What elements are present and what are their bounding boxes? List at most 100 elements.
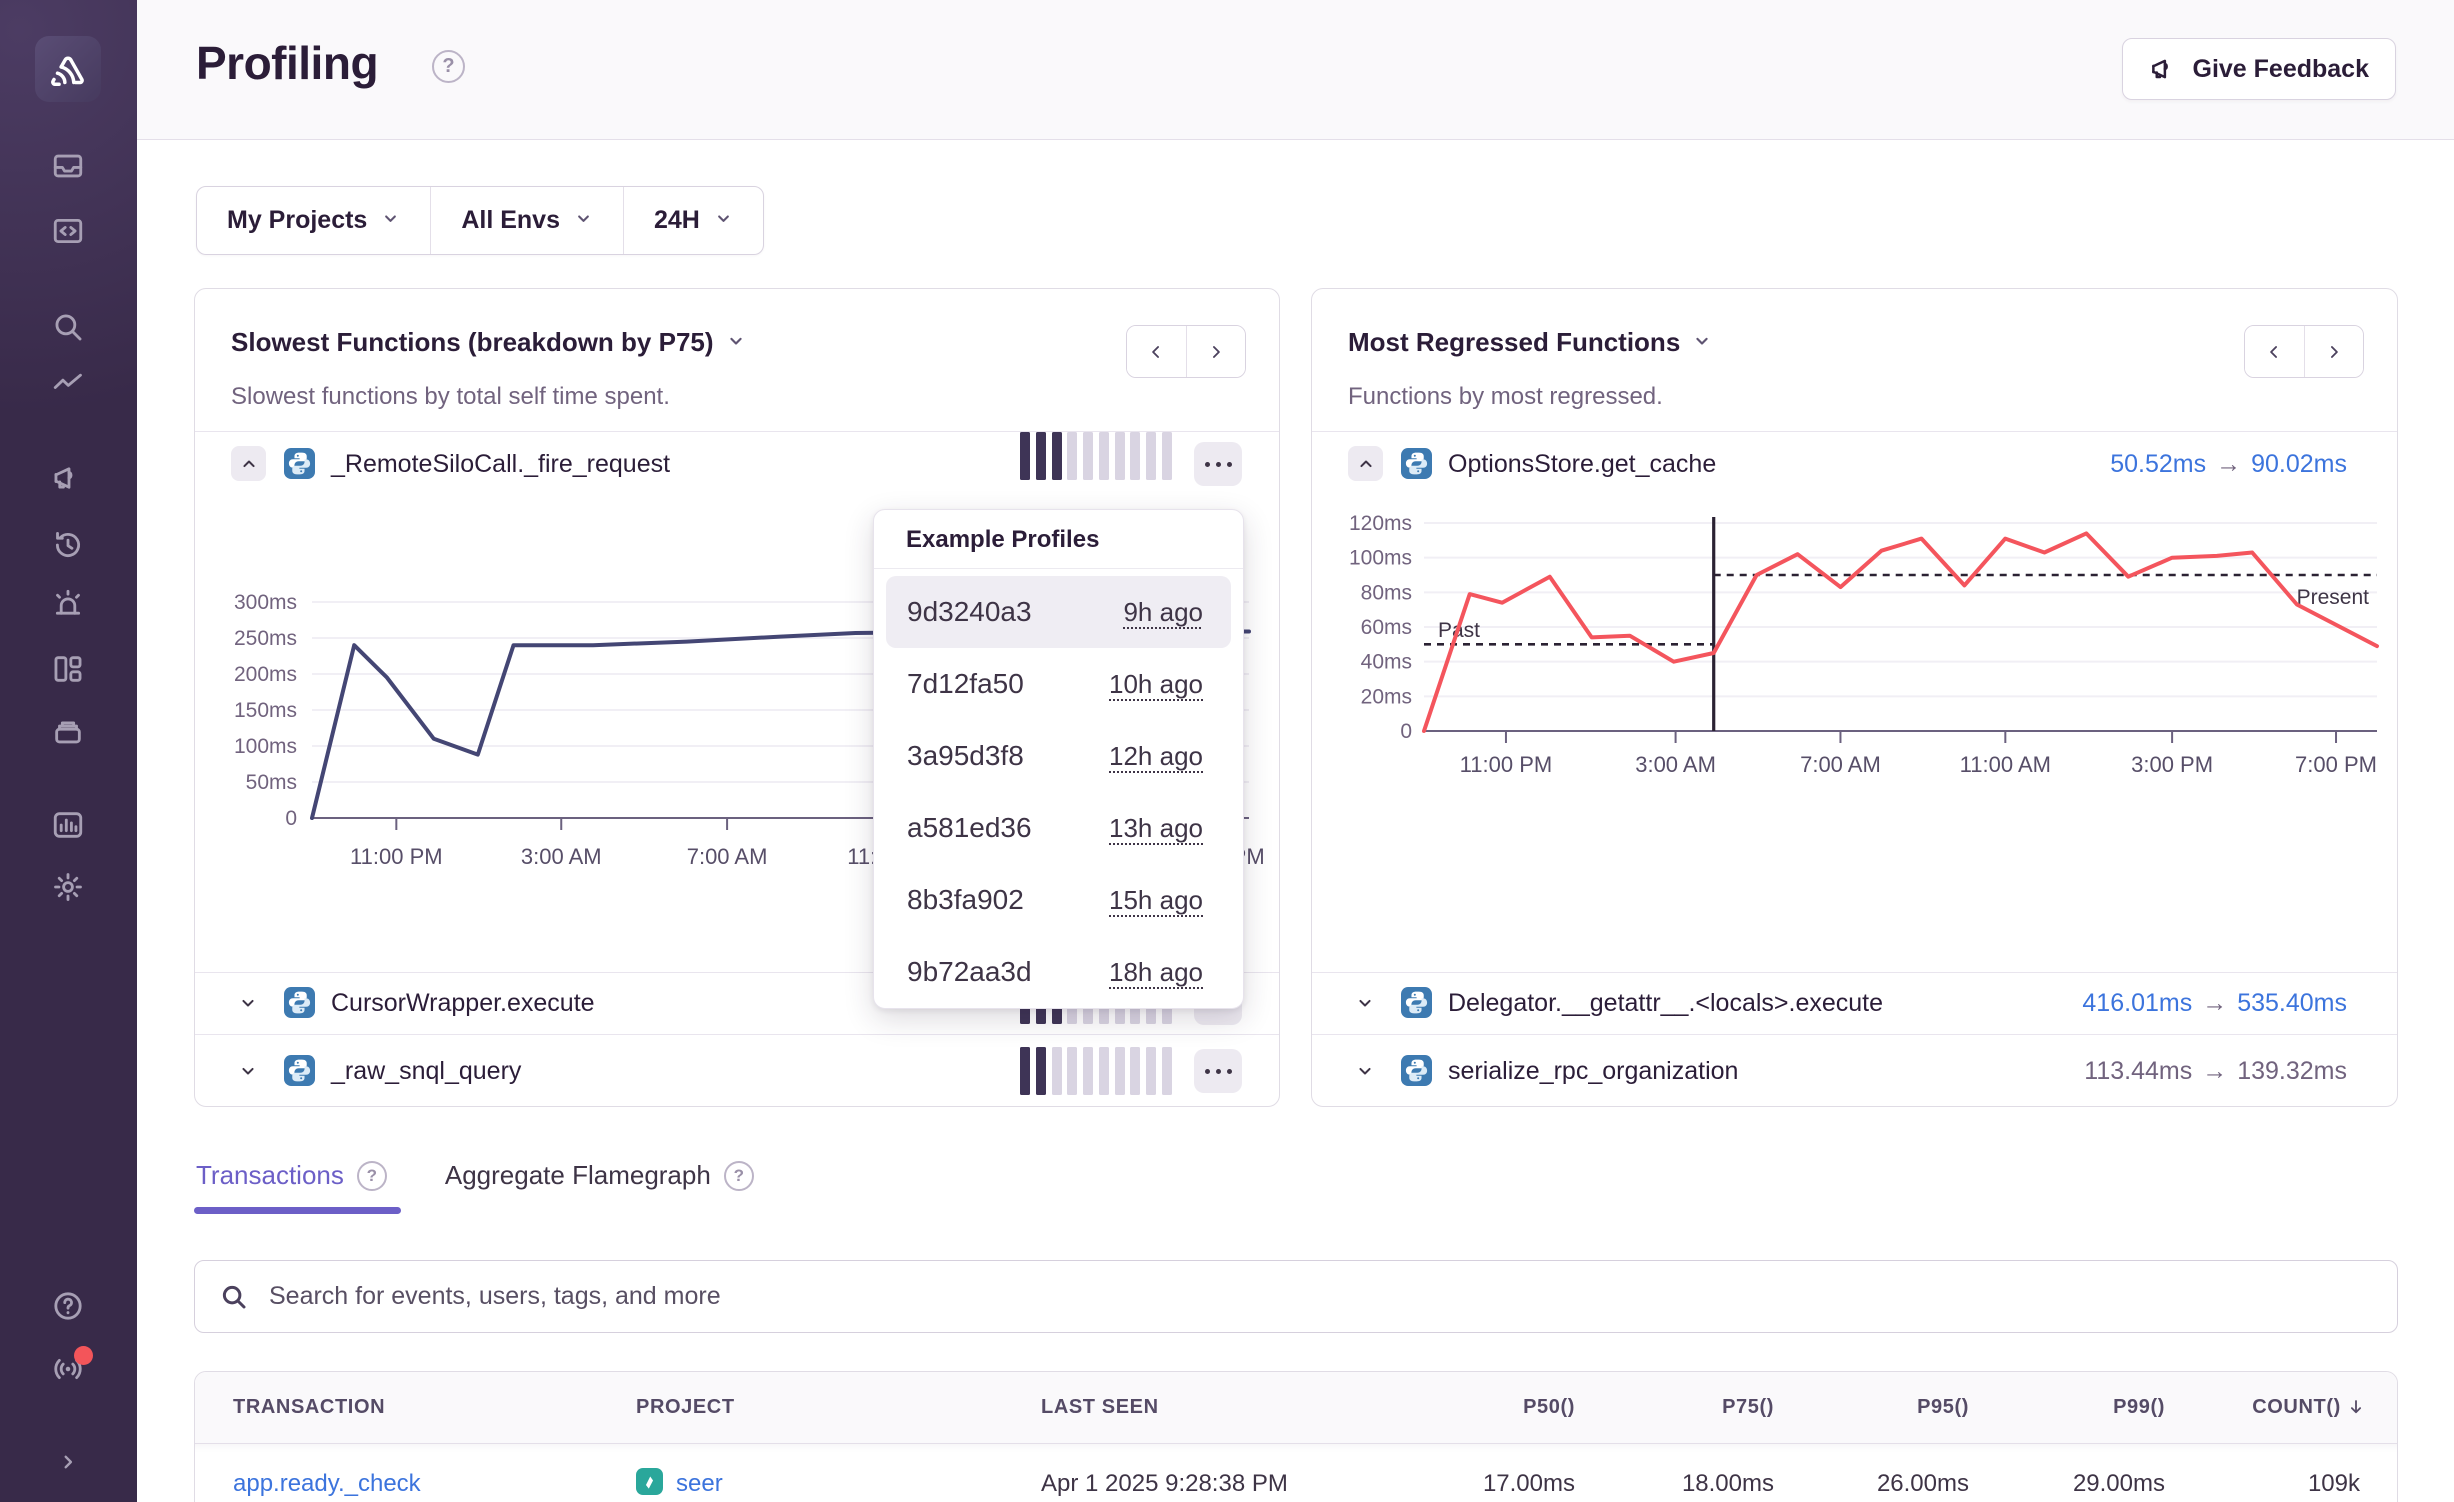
python-project-icon bbox=[1401, 1055, 1432, 1086]
p75-value: 18.00ms bbox=[1682, 1470, 1774, 1498]
most-regressed-title[interactable]: Most Regressed Functions bbox=[1348, 327, 1712, 358]
p99-value: 29.00ms bbox=[2073, 1470, 2165, 1498]
prev-page-button[interactable] bbox=[1127, 326, 1186, 377]
metrics-icon[interactable] bbox=[50, 366, 86, 402]
stats-icon[interactable] bbox=[50, 807, 86, 843]
profile-id[interactable]: 9d3240a3 bbox=[907, 596, 1032, 628]
profile-id[interactable]: 8b3fa902 bbox=[907, 884, 1024, 916]
notification-badge bbox=[74, 1346, 93, 1365]
sentry-logo[interactable] bbox=[35, 36, 101, 102]
profile-row[interactable]: a581ed36 13h ago bbox=[886, 792, 1231, 864]
svg-text:150ms: 150ms bbox=[234, 699, 297, 722]
profile-row[interactable]: 7d12fa50 10h ago bbox=[886, 648, 1231, 720]
function-name[interactable]: serialize_rpc_organization bbox=[1448, 1057, 1738, 1086]
function-name[interactable]: _RemoteSiloCall._fire_request bbox=[331, 450, 670, 479]
profile-row[interactable]: 9b72aa3d 18h ago bbox=[886, 936, 1231, 1008]
page-help-icon[interactable]: ? bbox=[432, 50, 465, 83]
expand-row-button[interactable] bbox=[235, 1058, 261, 1084]
function-name[interactable]: _raw_snql_query bbox=[331, 1057, 521, 1086]
after-duration[interactable]: 535.40ms bbox=[2237, 989, 2347, 1017]
python-project-icon bbox=[284, 448, 315, 479]
table-row[interactable]: app.ready._checkseerApr 1 2025 9:28:38 P… bbox=[195, 1444, 2397, 1502]
profile-age-link[interactable]: 10h ago bbox=[1109, 669, 1203, 700]
prev-page-button[interactable] bbox=[2245, 326, 2304, 377]
expand-row-button[interactable] bbox=[1352, 990, 1378, 1016]
search-icon[interactable] bbox=[50, 309, 86, 345]
issues-icon[interactable] bbox=[50, 148, 86, 184]
collapse-row-button[interactable] bbox=[231, 446, 266, 481]
before-duration[interactable]: 416.01ms bbox=[2082, 989, 2192, 1017]
environment-filter[interactable]: All Envs bbox=[430, 187, 623, 254]
svg-text:3:00 PM: 3:00 PM bbox=[2131, 752, 2213, 777]
transaction-link[interactable]: app.ready._check bbox=[233, 1470, 421, 1498]
column-header[interactable]: P95() bbox=[1917, 1396, 1969, 1419]
profile-age-link[interactable]: 15h ago bbox=[1109, 885, 1203, 916]
card-title-label: Most Regressed Functions bbox=[1348, 327, 1680, 358]
help-icon[interactable]: ? bbox=[724, 1161, 754, 1191]
profile-age-link[interactable]: 18h ago bbox=[1109, 957, 1203, 988]
profile-candidates-sparkline[interactable] bbox=[1020, 432, 1172, 480]
settings-icon[interactable] bbox=[50, 869, 86, 905]
replays-icon[interactable] bbox=[50, 527, 86, 563]
help-icon[interactable]: ? bbox=[357, 1161, 387, 1191]
column-header[interactable]: COUNT() bbox=[2252, 1396, 2365, 1419]
profile-age-link[interactable]: 9h ago bbox=[1123, 597, 1203, 628]
help-icon[interactable] bbox=[50, 1288, 86, 1324]
before-duration[interactable]: 50.52ms bbox=[2110, 450, 2206, 478]
python-project-icon bbox=[1401, 448, 1432, 479]
next-page-button[interactable] bbox=[2304, 326, 2364, 377]
svg-text:0: 0 bbox=[285, 807, 297, 830]
column-header[interactable]: TRANSACTION bbox=[233, 1396, 385, 1419]
tab-aggregate-flamegraph[interactable]: Aggregate Flamegraph ? bbox=[445, 1160, 754, 1191]
after-duration[interactable]: 90.02ms bbox=[2251, 450, 2347, 478]
function-name[interactable]: CursorWrapper.execute bbox=[331, 989, 595, 1018]
profile-row[interactable]: 9d3240a3 9h ago bbox=[886, 576, 1231, 648]
collapse-row-button[interactable] bbox=[1348, 446, 1383, 481]
alerts-icon[interactable] bbox=[50, 586, 86, 622]
profile-id[interactable]: a581ed36 bbox=[907, 812, 1032, 844]
svg-text:100ms: 100ms bbox=[1349, 547, 1412, 570]
tab-bar: Transactions ? Aggregate Flamegraph ? bbox=[196, 1160, 754, 1191]
count-value: 109k bbox=[2308, 1470, 2360, 1498]
column-header[interactable]: LAST SEEN bbox=[1041, 1396, 1159, 1419]
slowest-functions-title[interactable]: Slowest Functions (breakdown by P75) bbox=[231, 327, 746, 358]
column-header[interactable]: PROJECT bbox=[636, 1396, 735, 1419]
column-header[interactable]: P50() bbox=[1523, 1396, 1575, 1419]
profile-age-link[interactable]: 13h ago bbox=[1109, 813, 1203, 844]
feedback-icon[interactable] bbox=[50, 460, 86, 496]
regression-values: 50.52ms→90.02ms bbox=[2110, 450, 2347, 479]
column-header[interactable]: P99() bbox=[2113, 1396, 2165, 1419]
p95-value: 26.00ms bbox=[1877, 1470, 1969, 1498]
function-name[interactable]: Delegator.__getattr__.<locals>.execute bbox=[1448, 989, 1883, 1018]
profile-row[interactable]: 8b3fa902 15h ago bbox=[886, 864, 1231, 936]
function-name[interactable]: OptionsStore.get_cache bbox=[1448, 450, 1716, 479]
profile-row[interactable]: 3a95d3f8 12h ago bbox=[886, 720, 1231, 792]
next-page-button[interactable] bbox=[1186, 326, 1246, 377]
project-filter[interactable]: My Projects bbox=[197, 187, 430, 254]
give-feedback-button[interactable]: Give Feedback bbox=[2122, 38, 2396, 100]
svg-text:7:00 AM: 7:00 AM bbox=[1800, 752, 1881, 777]
profile-age-link[interactable]: 12h ago bbox=[1109, 741, 1203, 772]
date-range-filter[interactable]: 24H bbox=[623, 187, 763, 254]
profile-candidates-sparkline[interactable] bbox=[1020, 1047, 1172, 1095]
profile-id[interactable]: 3a95d3f8 bbox=[907, 740, 1024, 772]
expand-row-button[interactable] bbox=[235, 990, 261, 1016]
svg-text:200ms: 200ms bbox=[234, 663, 297, 686]
tab-transactions[interactable]: Transactions ? bbox=[196, 1160, 387, 1191]
project-link[interactable]: seer bbox=[676, 1470, 723, 1498]
releases-icon[interactable] bbox=[50, 714, 86, 750]
row-options-button[interactable] bbox=[1194, 442, 1242, 486]
divider bbox=[1312, 1034, 2397, 1035]
expand-row-button[interactable] bbox=[1352, 1058, 1378, 1084]
dashboards-icon[interactable] bbox=[50, 651, 86, 687]
search-bar[interactable] bbox=[194, 1260, 2398, 1333]
row-options-button[interactable] bbox=[1194, 1049, 1242, 1093]
profile-id[interactable]: 7d12fa50 bbox=[907, 668, 1024, 700]
search-input[interactable] bbox=[269, 1282, 2373, 1311]
regression-values: 113.44ms→139.32ms bbox=[2084, 1057, 2347, 1086]
whats-new-icon[interactable] bbox=[50, 1351, 86, 1387]
profile-id[interactable]: 9b72aa3d bbox=[907, 956, 1032, 988]
collapse-icon[interactable] bbox=[50, 1444, 86, 1480]
column-header[interactable]: P75() bbox=[1722, 1396, 1774, 1419]
explore-icon[interactable] bbox=[50, 213, 86, 249]
